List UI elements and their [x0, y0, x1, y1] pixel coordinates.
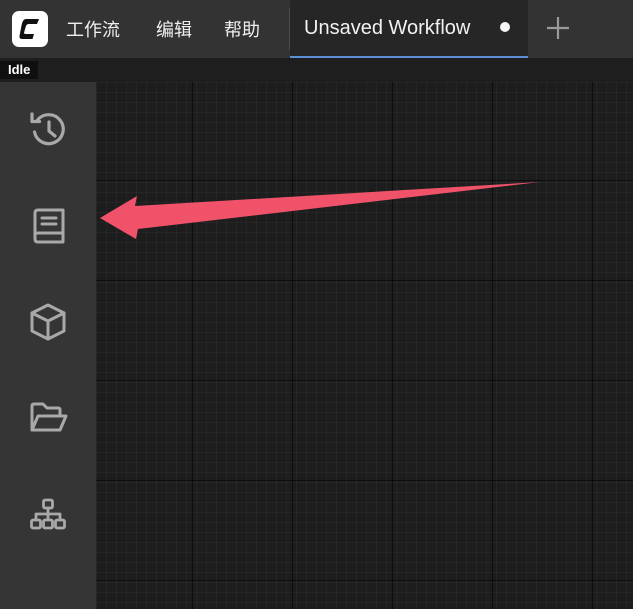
- status-bar: Idle: [0, 58, 633, 82]
- folder-open-icon: [30, 402, 68, 432]
- menu-help[interactable]: 帮助: [224, 16, 260, 42]
- tab-title: Unsaved Workflow: [304, 16, 471, 39]
- plus-icon: [547, 17, 569, 39]
- top-menu-bar: 工作流 编辑 帮助 Unsaved Workflow: [0, 0, 633, 58]
- sidebar-item-models[interactable]: [24, 298, 72, 346]
- sidebar-item-files[interactable]: [24, 394, 72, 442]
- cube-icon: [30, 303, 66, 341]
- sidebar: [0, 82, 96, 609]
- sitemap-icon: [30, 498, 66, 530]
- add-tab-button[interactable]: [540, 10, 576, 46]
- unsaved-dot-icon[interactable]: [500, 22, 510, 32]
- history-icon: [30, 112, 65, 146]
- book-icon: [33, 208, 65, 244]
- app-window: 工作流 编辑 帮助 Unsaved Workflow Idle: [0, 0, 633, 609]
- menu-workflow[interactable]: 工作流: [66, 16, 120, 42]
- sidebar-item-history[interactable]: [24, 106, 72, 154]
- status-label: Idle: [0, 61, 39, 79]
- logo-icon: [19, 19, 39, 39]
- tab-unsaved-workflow[interactable]: Unsaved Workflow: [290, 0, 528, 58]
- sidebar-item-workflows[interactable]: [24, 492, 72, 540]
- graph-canvas[interactable]: [96, 82, 633, 609]
- app-logo[interactable]: [12, 11, 48, 47]
- sidebar-item-library[interactable]: [24, 202, 72, 250]
- menu-edit[interactable]: 编辑: [156, 16, 192, 42]
